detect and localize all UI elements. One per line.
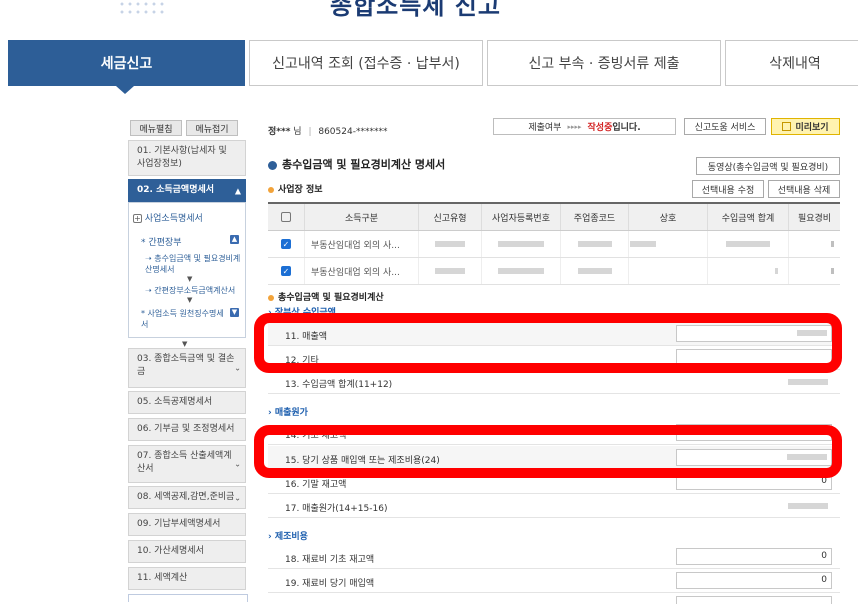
business-table: 소득구분 신고유형 사업자등록번호 주업종코드 상호 수입금액 합계 필요경비 … <box>268 202 840 285</box>
column-header: 상호 <box>628 202 708 231</box>
sidebar-item-label: 10. 가산세명세서 <box>137 546 204 556</box>
sidebar-item-label: 02. 소득금액명세서 <box>137 185 215 195</box>
sidebar-item-tax-credits[interactable]: 08. 세액공제,감면,준비금 ⌄ <box>128 486 246 509</box>
sidebar-item-income-statement[interactable]: 02. 소득금액명세서 ▲ <box>128 179 246 202</box>
table-header-row: 소득구분 신고유형 사업자등록번호 주업종코드 상호 수입금액 합계 필요경비 <box>268 202 840 231</box>
row-checkbox[interactable]: ✓ <box>281 238 291 249</box>
red-highlight-mark <box>254 313 842 373</box>
chevron-down-icon: ⌄ <box>234 363 241 373</box>
filing-help-button[interactable]: 신고도움 서비스 <box>684 118 766 135</box>
sidebar-item-label: 03. 종합소득금액 및 결손금 <box>137 354 235 377</box>
plus-box-icon: + <box>133 214 142 223</box>
tab-deleted-history[interactable]: 삭제내역 <box>725 40 858 86</box>
sidebar-item-deductions[interactable]: 05. 소득공제명세서 <box>128 391 246 414</box>
submenu-simple-income-calc[interactable]: ➝ 간편장부소득금액계산서 <box>145 285 245 296</box>
sidebar-item-label: 09. 기납부세액명세서 <box>137 519 221 529</box>
chevron-up-icon: ▲ <box>234 186 241 195</box>
partial-input[interactable] <box>676 596 832 604</box>
down-triangle-icon: ▼ <box>187 275 193 283</box>
row-material-purchases: 19. 재료비 당기 매입액 0 <box>268 569 840 593</box>
preview-icon <box>782 122 792 131</box>
sidebar-item-tax-calculation[interactable]: 11. 세액계산 <box>128 567 246 590</box>
expand-menu-button[interactable]: 메뉴펼침 <box>130 120 182 136</box>
collapse-icon[interactable]: ▲ <box>230 235 239 244</box>
down-triangle-icon: ▼ <box>187 296 193 304</box>
preview-button[interactable]: 미리보기 <box>771 118 840 135</box>
material-opening-input[interactable]: 0 <box>676 548 832 565</box>
column-header: 주업종코드 <box>560 202 629 231</box>
user-id: 860524-******* <box>318 127 388 137</box>
section-title: 총수입금액 및 필요경비계산 명세서 <box>268 156 445 172</box>
sidebar-item-total-income[interactable]: 03. 종합소득금액 및 결손금 ⌄ <box>128 348 246 388</box>
sidebar-item-prepaid-tax[interactable]: 09. 기납부세액명세서 <box>128 513 246 536</box>
material-purchases-input[interactable]: 0 <box>676 572 832 589</box>
active-tab-arrow <box>116 86 134 94</box>
business-info-heading: 사업장 정보 <box>268 182 323 195</box>
revenue-total-value <box>788 377 828 387</box>
sidebar-item-label: 06. 기부금 및 조정명세서 <box>137 424 235 434</box>
submenu-withholding-statement[interactable]: * 사업소득 원천징수명세서 <box>141 308 225 330</box>
sidebar-item-tax-calc-statement[interactable]: 07. 종합소득 산출세액계산서 ⌄ <box>128 445 246 483</box>
table-row[interactable]: ✓ 부동산임대업 외의 사... <box>268 230 840 258</box>
column-header: 사업자등록번호 <box>481 202 561 231</box>
subheading-manufacturing: › 제조비용 <box>268 532 308 542</box>
sidebar-item-label: 08. 세액공제,감면,준비금 <box>137 492 235 502</box>
cost-of-sales-value <box>788 501 828 511</box>
submenu-simple-ledger[interactable]: * 간편장부 <box>141 235 182 248</box>
chevron-down-icon: ⌄ <box>234 493 241 502</box>
row-cost-of-sales: 17. 매출원가(14+15-16) <box>268 494 840 518</box>
column-header: 신고유형 <box>418 202 482 231</box>
submenu-revenue-expense-statement[interactable]: ➝ 총수입금액 및 필요경비계산명세서 <box>145 253 241 275</box>
sidebar-item-label: 07. 종합소득 산출세액계산서 <box>137 451 232 474</box>
column-header: 소득구분 <box>304 202 419 231</box>
table-row[interactable]: ✓ 부동산임대업 외의 사... <box>268 257 840 285</box>
select-all-header <box>268 202 305 231</box>
sidebar-item-label: 01. 기본사항(납세자 및 사업장정보) <box>137 146 227 169</box>
bullet-icon <box>268 294 274 301</box>
chevron-down-icon: ⌄ <box>234 459 241 469</box>
row-material-opening: 18. 재료비 기초 재고액 0 <box>268 545 840 569</box>
sidebar-item-label: 05. 소득공제명세서 <box>137 397 213 407</box>
subheading-cost-of-sales: › 매출원가 <box>268 408 308 418</box>
tab-tax-filing[interactable]: 세금신고 <box>8 40 245 86</box>
column-header: 수입금액 합계 <box>707 202 789 231</box>
user-info: 정*** 님 | 860524-******* <box>268 127 388 137</box>
video-guide-button[interactable]: 동영상(총수입금액 및 필요경비) <box>696 157 840 175</box>
sidebar-item-penalty-tax[interactable]: 10. 가산세명세서 <box>128 540 246 563</box>
submission-status: 제출여부 ▸▸▸▸ 작성중입니다. <box>493 118 676 135</box>
down-triangle-icon: ▼ <box>182 340 188 348</box>
column-header: 필요경비 <box>788 202 840 231</box>
row-revenue-total: 13. 수입금액 합계(11+12) <box>268 370 840 394</box>
row-partial <box>268 593 840 604</box>
submenu-business-income[interactable]: + 사업소득명세서 <box>133 211 203 224</box>
edit-selected-button[interactable]: 선택내용 수정 <box>692 180 764 198</box>
expand-icon[interactable]: ▼ <box>230 308 239 317</box>
status-state: 작성중 <box>587 123 613 133</box>
bullet-icon <box>268 160 277 170</box>
select-all-checkbox[interactable] <box>281 211 291 222</box>
sidebar-item-donations[interactable]: 06. 기부금 및 조정명세서 <box>128 418 246 441</box>
tab-submit-documents[interactable]: 신고 부속 · 증빙서류 제출 <box>487 40 721 86</box>
bullet-icon <box>268 186 274 193</box>
tab-filing-history[interactable]: 신고내역 조회 (접수증 · 납부서) <box>249 40 483 86</box>
decorative-dots <box>118 0 168 18</box>
red-highlight-mark <box>254 425 842 478</box>
row-checkbox[interactable]: ✓ <box>281 265 291 276</box>
sidebar-submenu: + 사업소득명세서 * 간편장부 ▲ ➝ 총수입금액 및 필요경비계산명세서 ▼… <box>128 202 246 338</box>
collapse-menu-button[interactable]: 메뉴접기 <box>186 120 238 136</box>
page-title: 종합소득세 신고 <box>330 0 501 20</box>
delete-selected-button[interactable]: 선택내용 삭제 <box>768 180 840 198</box>
calc-heading: 총수입금액 및 필요경비계산 <box>268 290 384 303</box>
sidebar-item-label: 11. 세액계산 <box>137 573 188 583</box>
sidebar-item-basic-info[interactable]: 01. 기본사항(납세자 및 사업장정보) <box>128 140 246 176</box>
